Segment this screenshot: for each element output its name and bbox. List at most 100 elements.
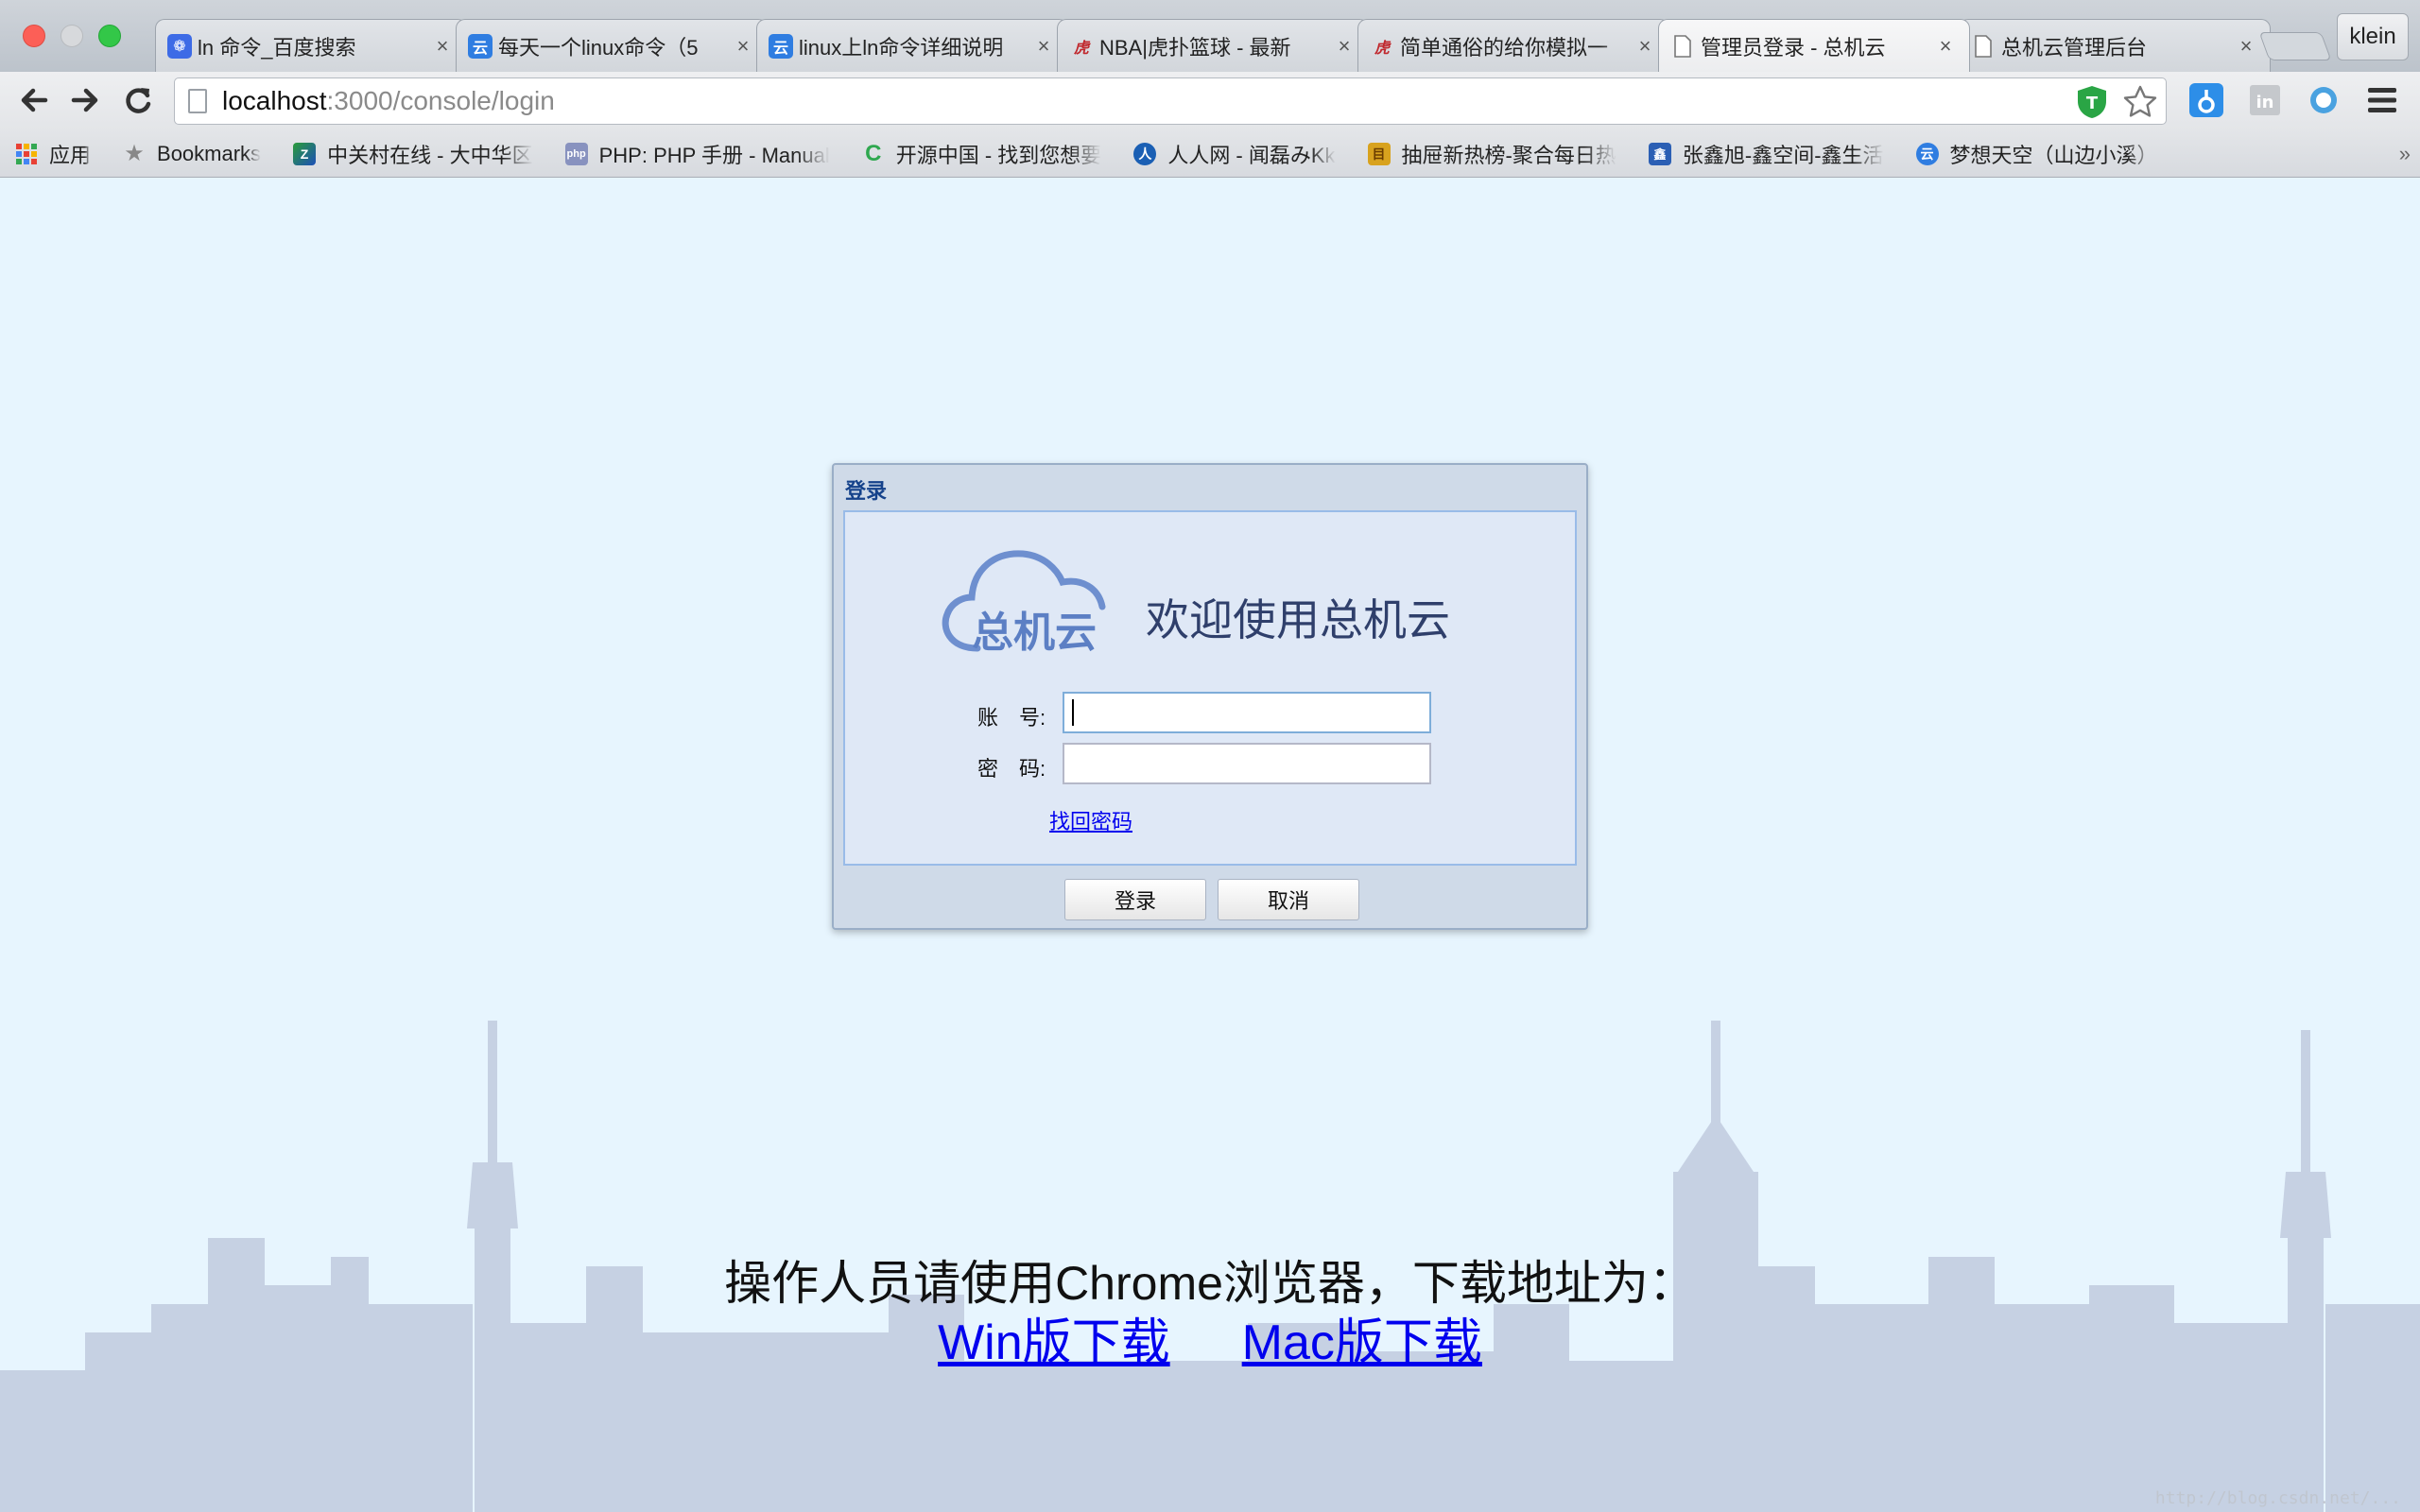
linkedin-extension-icon[interactable]: in [2246,81,2284,119]
window-close-button[interactable] [23,25,45,47]
bookmark-apps[interactable]: 应用 [15,139,91,169]
back-arrow-icon[interactable] [13,79,55,121]
tab-admin-login[interactable]: 管理员登录 - 总机云 × [1658,19,1970,72]
tab-close-icon[interactable]: × [733,34,753,59]
bookmark-label: 梦想天空（山边小溪） [1949,143,2158,167]
tab-close-icon[interactable]: × [2236,34,2256,59]
tab-baidu-search[interactable]: ❁ ln 命令_百度搜索 × [155,19,467,72]
bookmark-label: PHP: PHP 手册 - Manual [598,143,830,167]
bookmark-zol[interactable]: Z 中关村在线 - 大中华区 [293,139,533,169]
recover-password-link[interactable]: 找回密码 [1049,805,1132,835]
oschina-icon: C [865,140,882,166]
url-host: localhost [222,86,327,115]
tab-title: linux上ln命令详细说明 [799,35,1004,60]
tab-title: 简单通俗的给你模拟一 [1400,35,1609,60]
tab-title: 管理员登录 - 总机云 [1701,35,1886,60]
tab-hupu-article[interactable]: 虎 简单通俗的给你模拟一 × [1357,19,1669,72]
login-panel-title: 登录 [845,479,888,503]
ring-extension-icon[interactable] [2305,81,2342,119]
password-label: 密 码: [977,757,1046,781]
star-folder-icon: ★ [124,141,145,166]
mac-download-link[interactable]: Mac版下载 [1242,1302,1482,1373]
menu-hamburger-icon[interactable] [2363,81,2401,119]
profile-button[interactable]: klein [2337,13,2409,60]
tab-admin-console[interactable]: 总机云管理后台 × [1959,19,2271,72]
reload-icon[interactable] [117,79,159,121]
tab-close-icon[interactable]: × [1634,34,1655,59]
svg-text:总机云: 总机云 [972,609,1097,657]
svg-text:in: in [2256,93,2274,112]
bookmark-renren[interactable]: 人 人人网 - 闻磊みKk [1133,139,1336,169]
tab-title: ln 命令_百度搜索 [198,35,356,60]
bookmark-dream-sky[interactable]: 云 梦想天空（山边小溪） [1915,139,2158,169]
cloud-logo-icon: 总机云 [942,550,1106,657]
welcome-heading: 欢迎使用总机云 [1146,595,1450,644]
forward-arrow-icon[interactable] [64,79,106,121]
bookmark-star-icon[interactable] [2122,84,2158,125]
zol-icon: Z [293,142,317,165]
tab-strip: ❁ ln 命令_百度搜索 × 云 每天一个linux命令（5 × 云 linux… [0,0,2420,72]
download-links: Win版下载 Mac版下载 [0,1302,2420,1373]
tab-nba-hupu[interactable]: 虎 NBA|虎扑篮球 - 最新 × [1057,19,1369,72]
blog-icon: 云 [468,33,493,59]
tab-close-icon[interactable]: × [1033,34,1054,59]
account-label: 账 号: [977,706,1046,730]
win-download-link[interactable]: Win版下载 [938,1302,1170,1373]
login-form: 总机云 欢迎使用总机云 账 号: 密 码: 找回密码 [843,510,1577,866]
svg-text:T: T [2086,94,2099,113]
blue-extension-icon[interactable] [2187,81,2225,119]
login-panel: 登录 总机云 欢迎使用总机云 账 号: 密 码: 找回密码 登录 取消 [832,463,1588,930]
shield-extension-icon[interactable]: T [2075,84,2109,125]
watermark: http://blog.csdn.net/... [2154,1488,2401,1508]
browser-chrome: ❁ ln 命令_百度搜索 × 云 每天一个linux命令（5 × 云 linux… [0,0,2420,178]
tab-title: 总机云管理后台 [2001,35,2148,60]
bookmark-php[interactable]: php PHP: PHP 手册 - Manual [564,139,830,169]
page-icon [1670,34,1695,59]
new-tab-button[interactable] [2258,32,2332,60]
php-icon: php [564,142,588,165]
tab-close-icon[interactable]: × [1334,34,1355,59]
bookmark-label: 人人网 - 闻磊みKk [1167,143,1336,167]
chouti-icon: 目 [1367,142,1391,165]
page-icon [188,89,207,113]
bookmarks-bar: 应用 ★ Bookmarks Z 中关村在线 - 大中华区 php PHP: P… [0,130,2420,178]
chevron-double-right-icon[interactable]: » [2399,142,2411,166]
hupu-icon: 虎 [1374,40,1390,57]
tab-close-icon[interactable]: × [432,34,453,59]
baidu-paw-icon: ❁ [167,33,192,59]
hupu-icon: 虎 [1073,40,1089,57]
bookmark-label: 抽屉新热榜-聚合每日热 [1401,143,1616,167]
page-icon [1971,34,1996,59]
password-input[interactable] [1063,743,1431,784]
renren-icon: 人 [1133,142,1157,165]
bookmark-label: 应用 [49,143,92,167]
bookmark-label: 开源中国 - 找到您想要 [895,143,1102,167]
blog-icon: 云 [769,33,793,59]
window-maximize-button[interactable] [98,25,121,47]
toolbar: localhost:3000/console/login T in [0,72,2420,130]
apps-grid-icon [15,143,38,165]
login-button[interactable]: 登录 [1064,879,1206,920]
tab-linux-command[interactable]: 云 每天一个linux命令（5 × [456,19,768,72]
tab-title: 每天一个linux命令（5 [498,35,699,60]
account-input[interactable] [1063,692,1431,733]
window-minimize-button[interactable] [60,25,83,47]
bookmark-zxx[interactable]: 鑫 张鑫旭-鑫空间-鑫生活 [1648,139,1884,169]
tab-close-icon[interactable]: × [1935,34,1956,59]
url-path: :3000/console/login [326,86,555,115]
text-caret [1072,699,1074,726]
tab-title: NBA|虎扑篮球 - 最新 [1099,35,1291,60]
page-content: 登录 总机云 欢迎使用总机云 账 号: 密 码: 找回密码 登录 取消 操作人员… [0,178,2420,1512]
cancel-button[interactable]: 取消 [1218,879,1359,920]
bookmark-label: Bookmarks [157,141,262,165]
tab-ln-command[interactable]: 云 linux上ln命令详细说明 × [756,19,1068,72]
address-bar[interactable]: localhost:3000/console/login T [174,77,2167,125]
bookmark-folder[interactable]: ★ Bookmarks [123,141,262,166]
bookmark-label: 中关村在线 - 大中华区 [327,143,533,167]
zxx-icon: 鑫 [1648,142,1671,165]
bookmark-label: 张鑫旭-鑫空间-鑫生活 [1682,143,1884,167]
bookmark-oschina[interactable]: C 开源中国 - 找到您想要 [862,139,1102,169]
blog-icon: 云 [1915,142,1939,165]
url-text: localhost:3000/console/login [222,86,555,116]
bookmark-chouti[interactable]: 目 抽屉新热榜-聚合每日热 [1367,139,1616,169]
